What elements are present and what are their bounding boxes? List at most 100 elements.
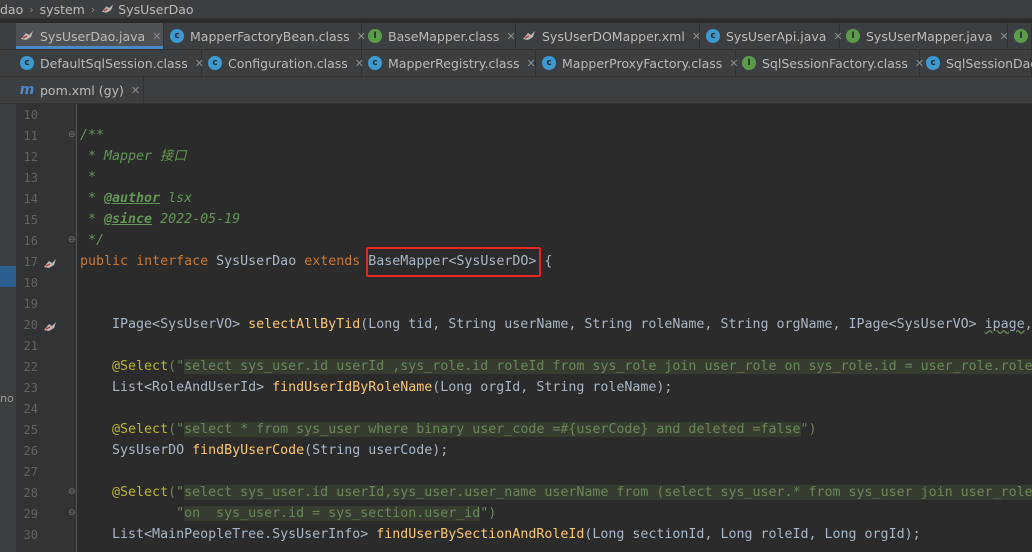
identifier: ipage xyxy=(984,317,1025,332)
javadoc-value: lsx xyxy=(160,191,193,206)
chevron-right-icon: › xyxy=(90,2,96,16)
fold-toggle-icon[interactable]: ⊖ xyxy=(68,488,76,497)
string: ") xyxy=(480,506,497,521)
tab-pom-xml[interactable]: m pom.xml (gy) ✕ xyxy=(16,77,144,103)
class-icon: c xyxy=(20,56,34,70)
editor-tabs-row-2: c DefaultSqlSession.class ✕ c Configurati… xyxy=(0,50,1032,77)
line-number: 30 xyxy=(23,528,38,542)
line-number: 20 xyxy=(23,318,38,332)
close-icon[interactable]: ✕ xyxy=(152,30,161,43)
close-icon[interactable]: ✕ xyxy=(1000,30,1009,43)
tab-mapperfactorybean-class[interactable]: c MapperFactoryBean.class ✕ xyxy=(166,23,366,49)
tool-strip-label: no xyxy=(0,392,14,405)
fold-toggle-icon[interactable]: ⊖ xyxy=(68,509,76,518)
comment: * xyxy=(80,170,97,185)
chevron-right-icon: › xyxy=(29,2,34,16)
fold-toggle-icon[interactable]: ⊖ xyxy=(68,131,76,140)
tab-label: SysUserApi.java xyxy=(726,28,827,44)
tab-defaultsqlsession-class[interactable]: c DefaultSqlSession.class ✕ xyxy=(16,50,204,76)
tab-sqlsessiondao[interactable]: c SqlSessionDao xyxy=(922,50,1032,76)
comment: * Mapper 接口 xyxy=(80,149,187,164)
line-number: 15 xyxy=(23,213,38,227)
class-icon: c xyxy=(706,29,720,43)
tab-basemapper-class[interactable]: I BaseMapper.class ✕ xyxy=(364,23,516,49)
code-line-23: List<RoleAndUserId> findUserIdByRoleName… xyxy=(80,377,672,398)
editor-tabs-row-3: m pom.xml (gy) ✕ xyxy=(0,77,1032,104)
tab-label: Configuration.class xyxy=(228,55,348,71)
class-icon: c xyxy=(208,56,222,70)
method-name: findByUserCode xyxy=(192,443,305,458)
line-number: 23 xyxy=(23,381,38,395)
code-line-26: SysUserDO findByUserCode(String userCode… xyxy=(80,440,448,461)
line-number: 18 xyxy=(23,276,38,290)
string: " xyxy=(112,506,185,521)
interface-icon: I xyxy=(368,29,382,43)
line-number: 17 xyxy=(23,255,38,269)
fold-toggle-icon[interactable]: ⊖ xyxy=(68,236,76,245)
tab-sysuserdomapper-xml[interactable]: SysUserDOMapper.xml ✕ xyxy=(518,23,701,49)
interface-icon: I xyxy=(1014,29,1028,43)
close-icon[interactable]: ✕ xyxy=(355,57,364,70)
tab-overflow[interactable]: I xyxy=(1010,23,1032,49)
close-icon[interactable]: ✕ xyxy=(692,30,701,43)
tab-configuration-class[interactable]: c Configuration.class ✕ xyxy=(204,50,364,76)
code-line-28: @Select("select sys_user.id userId,sys_u… xyxy=(80,482,1032,503)
mybatis-bird-icon xyxy=(21,31,33,40)
tab-mapperproxyfactory-class[interactable]: c MapperProxyFactory.class ✕ xyxy=(538,50,739,76)
params: (Long tid, String userName, String roleN… xyxy=(360,317,985,332)
code-line-22: @Select("select sys_user.id userId ,sys_… xyxy=(80,356,1032,377)
close-icon[interactable]: ✕ xyxy=(506,30,515,43)
close-icon[interactable]: ✕ xyxy=(527,57,536,70)
string: ") xyxy=(800,422,817,437)
line-number: 24 xyxy=(23,402,38,416)
class-icon: c xyxy=(542,56,556,70)
tab-label: MapperProxyFactory.class xyxy=(562,55,723,71)
code-line-16: */ xyxy=(80,230,104,251)
tab-sysuserapi-java[interactable]: c SysUserApi.java ✕ xyxy=(702,23,843,49)
annotation: @Select xyxy=(112,485,169,500)
highlight-box xyxy=(366,247,541,277)
mybatis-gutter-icon[interactable] xyxy=(43,258,57,270)
breadcrumb-item-sysuserdao[interactable]: SysUserDao xyxy=(118,2,193,17)
type: List<RoleAndUserId> xyxy=(112,380,273,395)
punct: , xyxy=(1024,317,1032,332)
breadcrumb: dao › system › SysUserDao xyxy=(0,0,1032,19)
close-icon[interactable]: ✕ xyxy=(195,57,204,70)
tab-label: SqlSessionFactory.class xyxy=(762,55,908,71)
close-icon[interactable]: ✕ xyxy=(131,84,140,97)
code-editor[interactable]: /** * Mapper 接口 * * @author lsx * @since… xyxy=(80,104,1032,552)
method-name: selectAllByTid xyxy=(248,317,361,332)
code-line-25: @Select("select * from sys_user where bi… xyxy=(80,419,817,440)
breadcrumb-item-system[interactable]: system xyxy=(40,2,85,17)
tab-label: BaseMapper.class xyxy=(388,28,500,44)
params: (Long orgId, String roleName); xyxy=(432,380,673,395)
sql-string: on sys_user.id = sys_section.user_id xyxy=(184,506,481,521)
maven-icon: m xyxy=(19,82,35,98)
class-icon: c xyxy=(170,29,184,43)
tab-sqlsessionfactory-class[interactable]: I SqlSessionFactory.class ✕ xyxy=(738,50,924,76)
code-line-29: "on sys_user.id = sys_section.user_id") xyxy=(80,503,496,524)
identifier: SysUserDao xyxy=(216,254,297,269)
breadcrumb-item-dao[interactable]: dao xyxy=(0,2,23,17)
sql-string: select sys_user.id userId ,sys_role.id r… xyxy=(184,359,1032,374)
comment: /** xyxy=(80,128,105,143)
tab-label: MapperRegistry.class xyxy=(388,55,520,71)
annotation: @Select xyxy=(112,359,169,374)
type: IPage<SysUserVO> xyxy=(112,317,249,332)
tab-label: SqlSessionDao xyxy=(946,55,1032,71)
line-number: 22 xyxy=(23,360,38,374)
mybatis-bird-icon xyxy=(523,31,535,40)
tab-label: SysUserDOMapper.xml xyxy=(542,28,685,44)
tab-sysusermapper-java[interactable]: I SysUserMapper.java ✕ xyxy=(842,23,1009,49)
string: (" xyxy=(168,422,185,437)
string: (" xyxy=(168,359,185,374)
tab-sysuserdao-java[interactable]: SysUserDao.java ✕ xyxy=(16,23,164,49)
tab-mapperregistry-class[interactable]: c MapperRegistry.class ✕ xyxy=(364,50,536,76)
editor-tabs-row-1: SysUserDao.java ✕ c MapperFactoryBean.cla… xyxy=(0,23,1032,50)
type: List<MainPeopleTree.SysUserInfo> xyxy=(112,527,377,542)
mybatis-gutter-icon[interactable] xyxy=(43,321,57,333)
line-number: 21 xyxy=(23,339,38,353)
annotation: @Select xyxy=(112,422,169,437)
line-number: 12 xyxy=(23,150,38,164)
tab-label: DefaultSqlSession.class xyxy=(40,55,188,71)
